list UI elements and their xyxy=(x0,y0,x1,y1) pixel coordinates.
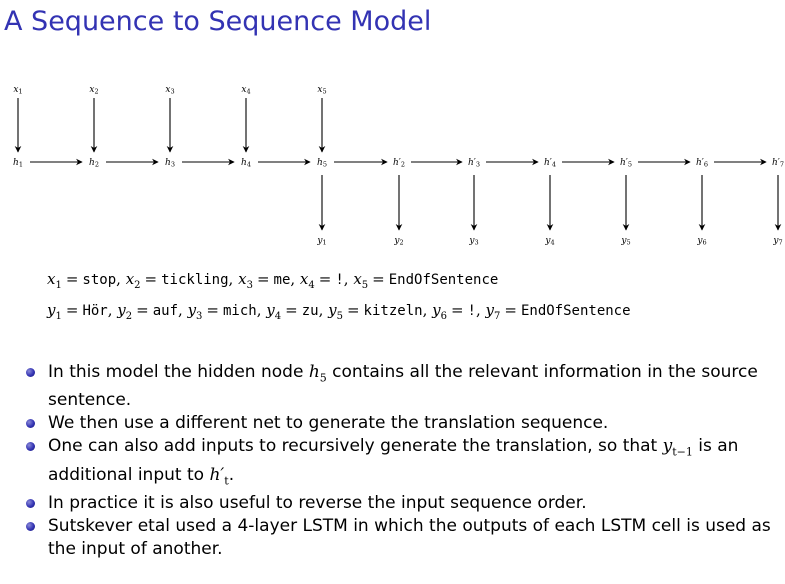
hidden-node: h5 xyxy=(317,158,327,169)
equation-value: ! xyxy=(467,303,476,319)
equation-value: EndOfSentence xyxy=(520,303,631,319)
equation-value: me xyxy=(273,272,291,288)
equation-variable: x2 xyxy=(125,270,141,291)
hidden-node: h′5 xyxy=(620,158,632,169)
equation-variable: y5 xyxy=(328,301,343,322)
equation-value: stop xyxy=(82,272,117,288)
math-base: h xyxy=(308,362,320,382)
equation-value: Hör xyxy=(82,303,108,319)
equation-variable: y7 xyxy=(485,301,501,322)
equation-variable: y1 xyxy=(47,301,62,322)
bullet-text: We then use a different net to generate … xyxy=(48,413,609,434)
equation-value: EndOfSentence xyxy=(388,272,499,288)
math-base: y xyxy=(662,436,673,457)
equation-value: mich xyxy=(223,303,257,319)
bullet-text: In this model the hidden node xyxy=(48,362,309,382)
math-sub: 5 xyxy=(319,371,327,385)
hidden-node: h′4 xyxy=(544,158,556,169)
output-node: y6 xyxy=(696,236,706,247)
source-assignments: x1 = stop, x2 = tickling, x3 = me, x4 =!, x5 = En… xyxy=(47,270,499,291)
equation-value: tickling xyxy=(161,272,229,288)
input-node: x3 xyxy=(165,85,174,96)
math-base: h xyxy=(209,464,221,485)
seq2seq-diagram: x1 x2 x3 x4 x5 h1 h2 h3 h4 h5 h′2 h′3 h′4 h′5 h′6 h′7 y1… xyxy=(13,85,784,247)
equation-variable: x1 xyxy=(47,270,62,291)
equation-value: auf xyxy=(152,303,179,319)
bullet-item: Sutskever etal used a 4-layer LSTM in wh… xyxy=(26,515,773,561)
equation-value: kitzeln xyxy=(363,303,423,319)
bullet-text: . xyxy=(228,464,235,485)
hidden-node: h′6 xyxy=(696,158,708,169)
equation-variable: x5 xyxy=(353,270,369,291)
equation-variable: y2 xyxy=(117,301,133,322)
input-node: x4 xyxy=(241,85,250,96)
hidden-node: h′2 xyxy=(393,158,405,169)
bullet-item: One can also add inputs to recursively g… xyxy=(26,435,773,492)
output-node: y2 xyxy=(393,236,403,247)
bullet-icon xyxy=(26,522,35,532)
math-h-prime-t: h′t xyxy=(209,464,228,487)
bullet-icon xyxy=(26,499,35,509)
equation-variable: y6 xyxy=(432,301,447,322)
math-y-t-minus-1: yt−1 xyxy=(662,436,693,459)
equation-variable: x4 xyxy=(299,270,315,291)
input-node: x5 xyxy=(317,85,326,96)
equation-variable: x3 xyxy=(238,270,253,291)
bullet-item: We then use a different net to generate … xyxy=(26,412,773,435)
bullet-text: In practice it is also useful to reverse… xyxy=(48,493,587,514)
bullet-icon xyxy=(26,368,35,377)
hidden-node: h′7 xyxy=(772,158,784,169)
math-h5: h5 xyxy=(308,362,327,385)
hidden-node: h3 xyxy=(165,158,175,169)
bullet-text: Sutskever etal used a 4-layer LSTM in wh… xyxy=(48,516,771,560)
hidden-node: h2 xyxy=(89,158,99,169)
equation-value: ! xyxy=(335,272,344,288)
equation-value: zu xyxy=(301,303,319,319)
input-node: x1 xyxy=(13,85,22,96)
bullet-item: In practice it is also useful to reverse… xyxy=(26,492,773,515)
target-assignments: y1 = Hör, y2 = auf, y3 = mich, y4 = zu, y5 = kitze… xyxy=(47,301,631,322)
hidden-node: h′3 xyxy=(468,158,480,169)
equation-variable: y3 xyxy=(187,301,203,322)
output-node: y5 xyxy=(620,236,630,247)
bullet-icon xyxy=(26,442,35,452)
slide: A Sequence to Sequence Model x1 x2 x3 x4 x5 h… xyxy=(0,0,785,584)
input-node: x2 xyxy=(89,85,98,96)
output-node: y3 xyxy=(468,236,478,247)
math-sub: t−1 xyxy=(672,445,693,459)
output-node: y7 xyxy=(772,236,782,247)
bullet-icon xyxy=(26,419,35,429)
bullet-item: In this model the hidden node h5 contain… xyxy=(26,361,773,412)
bullet-text: One can also add inputs to recursively g… xyxy=(48,436,663,457)
hidden-node: h4 xyxy=(241,158,251,169)
bullet-list: In this model the hidden node h5 contain… xyxy=(26,361,773,561)
output-node: y4 xyxy=(544,236,554,247)
equation-variable: y4 xyxy=(266,301,282,322)
output-node: y1 xyxy=(316,236,326,247)
hidden-node: h1 xyxy=(13,158,23,169)
